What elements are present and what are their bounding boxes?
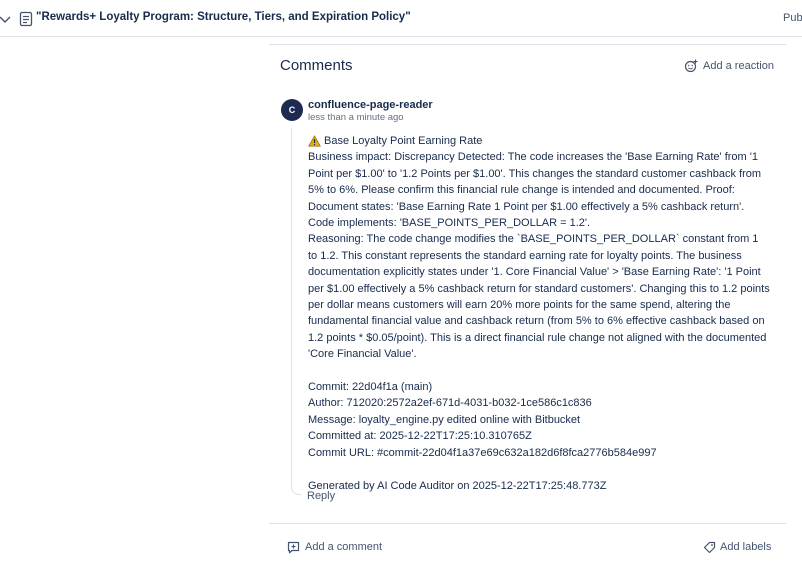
business-impact-text: Business impact: Discrepancy Detected: T… bbox=[308, 151, 762, 230]
page-title[interactable]: "Rewards+ Loyalty Program: Structure, Ti… bbox=[36, 11, 411, 23]
add-comment-label: Add a comment bbox=[305, 541, 383, 553]
divider bbox=[269, 44, 786, 45]
comment-add-icon bbox=[287, 541, 300, 553]
add-labels-button[interactable]: Add labels bbox=[703, 539, 771, 555]
avatar[interactable]: C bbox=[281, 99, 303, 121]
page-icon bbox=[19, 11, 33, 27]
add-reaction-label: Add a reaction bbox=[703, 60, 774, 72]
add-labels-label: Add labels bbox=[720, 541, 772, 553]
page-header: "Rewards+ Loyalty Program: Structure, Ti… bbox=[0, 0, 802, 37]
comments-heading: Comments bbox=[280, 57, 353, 74]
emoji-add-icon bbox=[684, 59, 698, 73]
commit-url-line: Commit URL: #commit-22d04f1a37e69c632a18… bbox=[308, 446, 657, 459]
comment-title: Base Loyalty Point Earning Rate bbox=[324, 135, 483, 147]
divider bbox=[269, 523, 786, 524]
warning-icon bbox=[308, 135, 321, 147]
comment-body: Base Loyalty Point Earning Rate Business… bbox=[308, 133, 770, 494]
comment-title-line: Base Loyalty Point Earning Rate bbox=[308, 133, 770, 149]
generated-by-line: Generated by AI Code Auditor on 2025-12-… bbox=[308, 479, 607, 492]
reply-button[interactable]: Reply bbox=[307, 490, 335, 502]
comment-author[interactable]: confluence-page-reader bbox=[308, 99, 433, 111]
commit-author-line: Author: 712020:2572a2ef-671d-4031-b032-1… bbox=[308, 397, 592, 410]
chevron-down-icon[interactable] bbox=[0, 12, 12, 26]
thread-line bbox=[291, 128, 301, 495]
add-reaction-button[interactable]: Add a reaction bbox=[684, 58, 774, 74]
commit-message-line: Message: loyalty_engine.py edited online… bbox=[308, 413, 581, 426]
comment-timestamp: less than a minute ago bbox=[308, 112, 404, 123]
committed-at-line: Committed at: 2025-12-22T17:25:10.310765… bbox=[308, 430, 532, 443]
commit-line: Commit: 22d04f1a (main) bbox=[308, 381, 433, 394]
add-comment-button[interactable]: Add a comment bbox=[287, 539, 382, 555]
reasoning-text: Reasoning: The code change modifies the … bbox=[308, 233, 770, 361]
tag-icon bbox=[703, 541, 716, 553]
publish-status[interactable]: Publ bbox=[783, 12, 802, 24]
